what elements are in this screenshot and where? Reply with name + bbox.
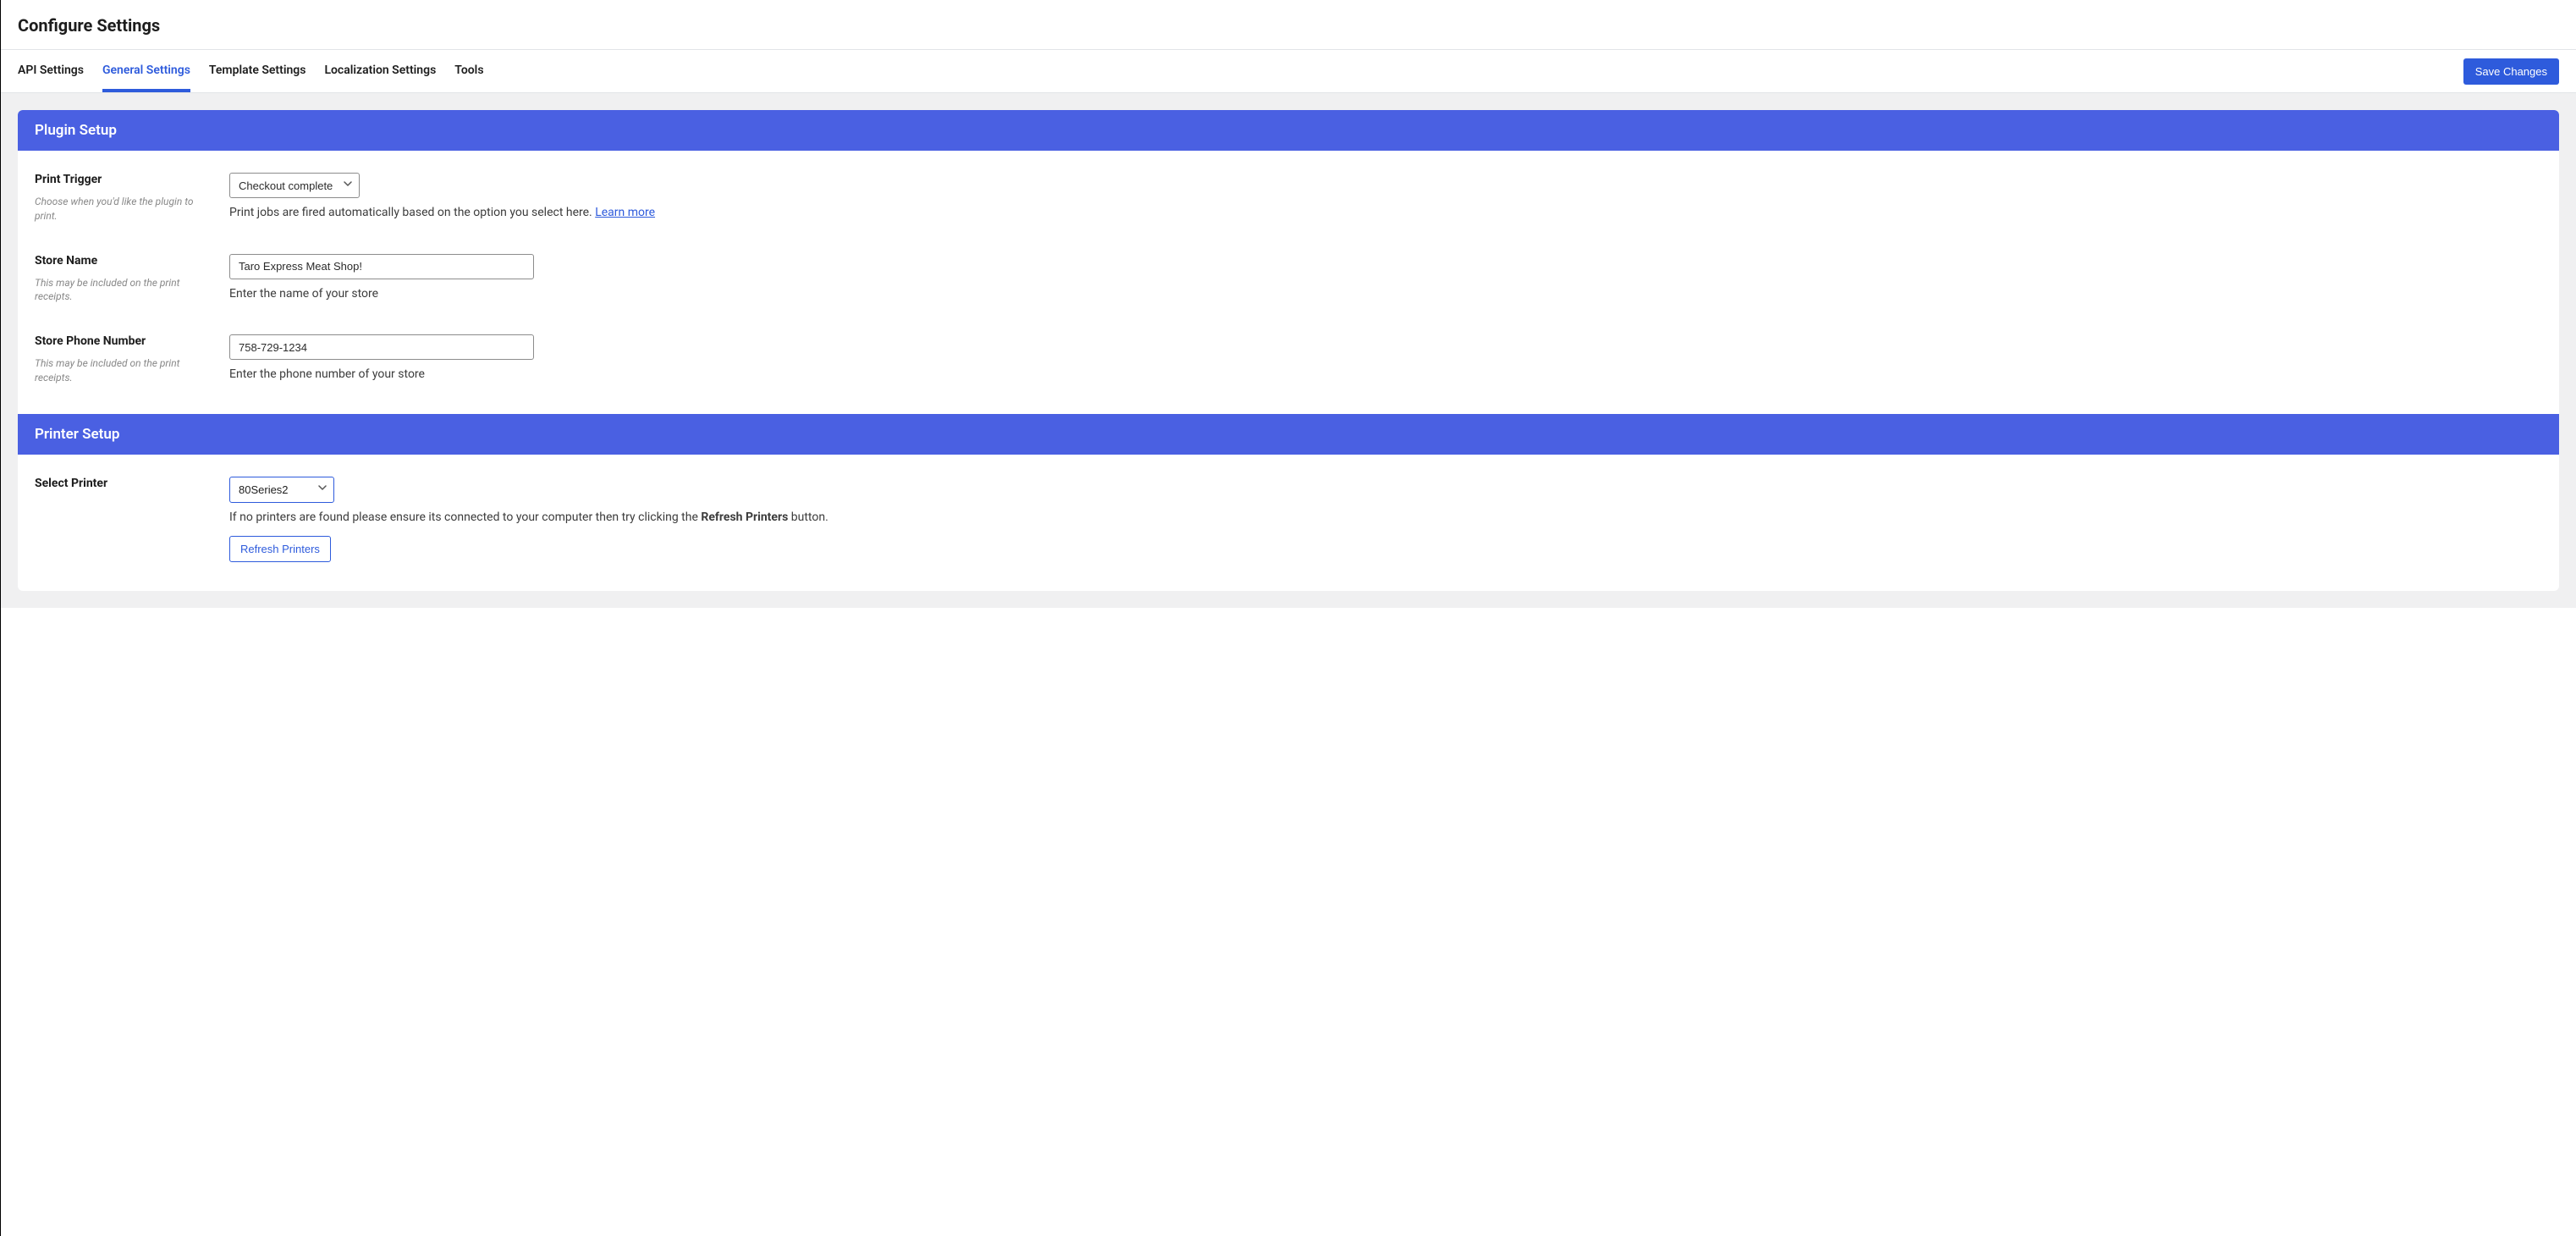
tabs-list: API Settings General Settings Template S… xyxy=(18,50,484,92)
field-row-print-trigger: Print Trigger Choose when you'd like the… xyxy=(35,173,2542,223)
select-printer-select[interactable]: 80Series2 xyxy=(229,477,334,503)
settings-panel: Plugin Setup Print Trigger Choose when y… xyxy=(18,110,2559,591)
tab-general-settings[interactable]: General Settings xyxy=(102,50,190,92)
tabs-bar: API Settings General Settings Template S… xyxy=(1,50,2576,93)
section-header-plugin-setup: Plugin Setup xyxy=(18,110,2559,151)
store-name-input[interactable] xyxy=(229,254,534,279)
save-changes-button[interactable]: Save Changes xyxy=(2463,58,2559,85)
field-hint-store-name: This may be included on the print receip… xyxy=(35,277,179,303)
field-label-store-phone: Store Phone Number xyxy=(35,334,204,348)
field-row-store-phone: Store Phone Number This may be included … xyxy=(35,334,2542,385)
store-phone-desc: Enter the phone number of your store xyxy=(229,367,2542,383)
field-label-print-trigger: Print Trigger xyxy=(35,173,204,186)
section-body-plugin-setup: Print Trigger Choose when you'd like the… xyxy=(18,151,2559,414)
print-trigger-desc: Print jobs are fired automatically based… xyxy=(229,205,2542,222)
field-hint-store-phone: This may be included on the print receip… xyxy=(35,357,179,383)
refresh-printers-button[interactable]: Refresh Printers xyxy=(229,536,331,562)
field-label-select-printer: Select Printer xyxy=(35,477,204,490)
field-row-select-printer: Select Printer 80Series2 If no p xyxy=(35,477,2542,563)
print-trigger-select[interactable]: Checkout complete xyxy=(229,173,360,198)
page-header: Configure Settings xyxy=(1,0,2576,50)
store-name-desc: Enter the name of your store xyxy=(229,286,2542,303)
tab-template-settings[interactable]: Template Settings xyxy=(209,50,306,92)
tab-localization-settings[interactable]: Localization Settings xyxy=(324,50,436,92)
tab-tools[interactable]: Tools xyxy=(454,50,483,92)
store-phone-input[interactable] xyxy=(229,334,534,360)
field-label-store-name: Store Name xyxy=(35,254,204,268)
page-title: Configure Settings xyxy=(18,15,2559,36)
learn-more-link[interactable]: Learn more xyxy=(595,206,655,219)
section-header-printer-setup: Printer Setup xyxy=(18,414,2559,455)
select-printer-desc: If no printers are found please ensure i… xyxy=(229,510,2542,527)
tab-api-settings[interactable]: API Settings xyxy=(18,50,84,92)
section-body-printer-setup: Select Printer 80Series2 If no p xyxy=(18,455,2559,592)
field-row-store-name: Store Name This may be included on the p… xyxy=(35,254,2542,305)
content-area: Plugin Setup Print Trigger Choose when y… xyxy=(1,93,2576,608)
field-hint-print-trigger: Choose when you'd like the plugin to pri… xyxy=(35,196,194,222)
